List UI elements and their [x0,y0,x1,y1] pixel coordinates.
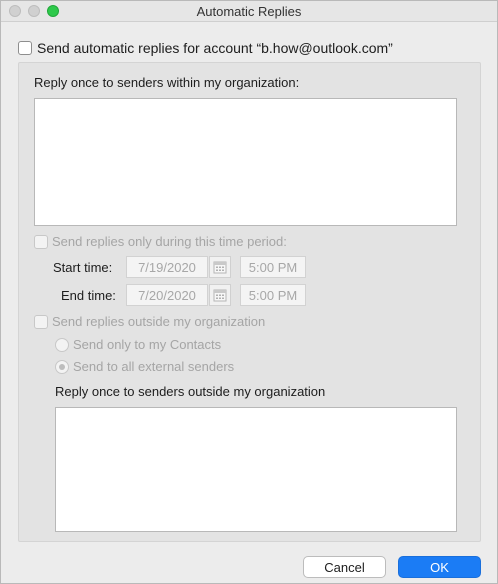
time-period-checkbox[interactable] [34,235,48,249]
start-date-calendar-button[interactable] [209,256,231,278]
internal-reply-label: Reply once to senders within my organiza… [34,75,300,90]
start-time-label: Start time: [53,260,113,275]
title-bar: Automatic Replies [1,1,497,22]
send-all-external-radio[interactable] [55,360,69,374]
start-date-field[interactable]: 7/19/2020 [126,256,208,278]
send-only-contacts-label: Send only to my Contacts [73,337,222,352]
external-reply-label: Reply once to senders outside my organiz… [55,384,326,399]
end-time-field[interactable]: 5:00 PM [240,284,306,306]
calendar-icon [213,289,227,302]
end-date-calendar-button[interactable] [209,284,231,306]
external-reply-message-field[interactable] [55,407,457,532]
send-only-contacts-radio[interactable] [55,338,69,352]
internal-reply-message-field[interactable] [34,98,457,226]
send-automatic-replies-label: Send automatic replies for account “b.ho… [37,40,393,56]
ok-button[interactable]: OK [398,556,481,578]
cancel-button[interactable]: Cancel [303,556,386,578]
automatic-replies-window: Automatic Replies Send automatic replies… [0,0,498,584]
send-automatic-replies-checkbox[interactable] [18,41,32,55]
calendar-icon [213,261,227,274]
window-title: Automatic Replies [196,4,302,19]
end-date-field[interactable]: 7/20/2020 [126,284,208,306]
send-outside-org-checkbox[interactable] [34,315,48,329]
start-time-field[interactable]: 5:00 PM [240,256,306,278]
end-time-label: End time: [61,288,116,303]
send-all-external-label: Send to all external senders [73,359,235,374]
send-outside-org-label: Send replies outside my organization [52,314,266,329]
time-period-label: Send replies only during this time perio… [52,234,287,249]
